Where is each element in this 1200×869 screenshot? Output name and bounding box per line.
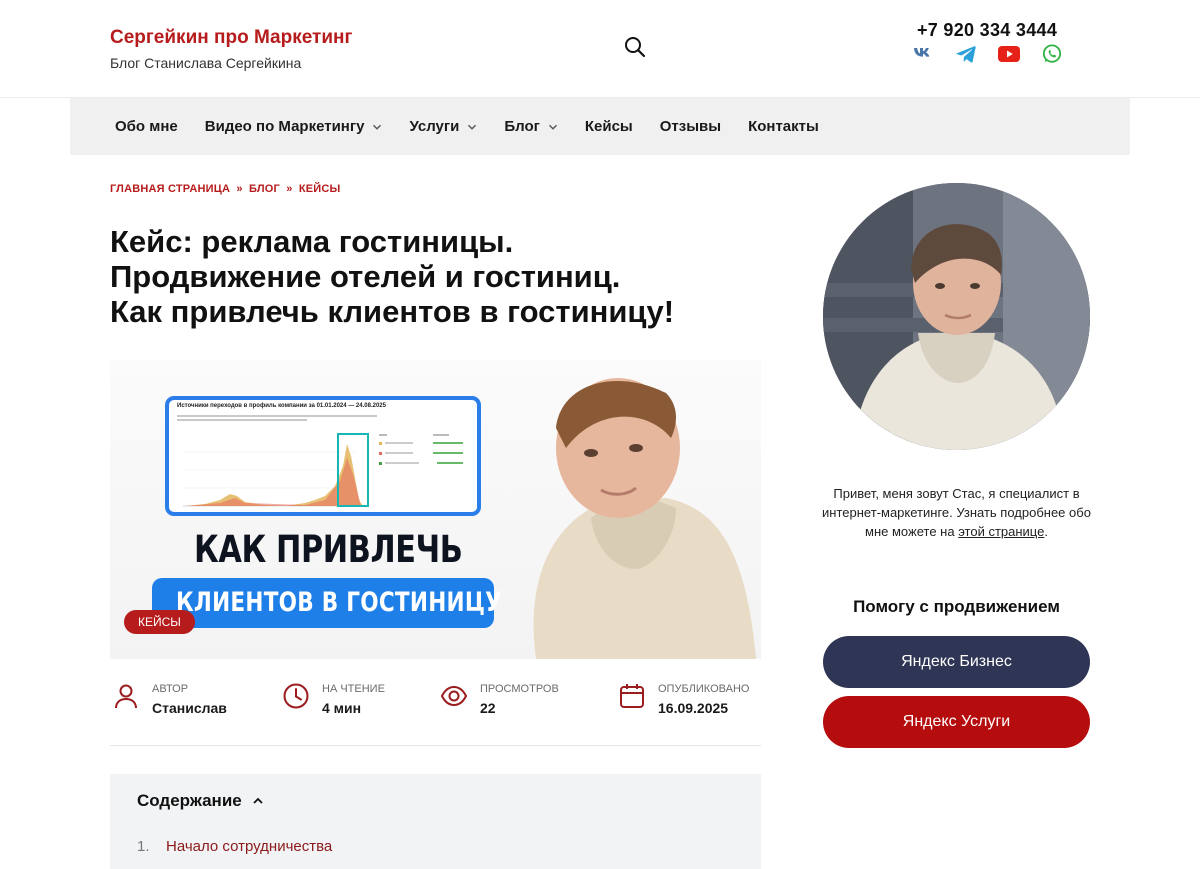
hero-chart-title: Источники переходов в профиль компании з… bbox=[177, 403, 386, 409]
meta-views: ПРОСМОТРОВ 22 bbox=[440, 682, 559, 716]
clock-icon bbox=[283, 683, 309, 709]
meta-label: АВТОР bbox=[152, 683, 189, 695]
meta-author: АВТОР Станислав bbox=[112, 682, 227, 716]
breadcrumb-separator: » bbox=[286, 183, 293, 195]
nav-item-label: Кейсы bbox=[584, 118, 633, 135]
search-icon[interactable] bbox=[624, 36, 646, 58]
breadcrumb: ГЛАВНАЯ СТРАНИЦА » БЛОГ » КЕЙСЫ bbox=[110, 183, 341, 195]
toc-item: 1. Начало сотрудничества bbox=[137, 838, 332, 855]
calendar-icon bbox=[620, 684, 644, 708]
breadcrumb-separator: » bbox=[236, 183, 243, 195]
nav-item-marketing-videos[interactable]: Видео по Маркетингу bbox=[205, 118, 383, 135]
breadcrumb-home[interactable]: ГЛАВНАЯ СТРАНИЦА bbox=[110, 183, 230, 195]
page-title-line: Как привлечь клиентов в гостиницу! bbox=[110, 294, 675, 329]
hero-chart-screenshot: Источники переходов в профиль компании з… bbox=[165, 396, 481, 516]
user-icon bbox=[115, 684, 137, 709]
page-title: Кейс: реклама гостиницы. Продвижение оте… bbox=[110, 224, 790, 329]
category-badge[interactable]: КЕЙСЫ bbox=[124, 610, 195, 634]
vk-icon[interactable] bbox=[912, 43, 934, 65]
meta-value: 4 мин bbox=[322, 700, 362, 716]
table-of-contents: Содержание 1. Начало сотрудничества bbox=[110, 774, 761, 869]
nav-item-label: Видео по Маркетингу bbox=[204, 118, 365, 135]
featured-image: Источники переходов в профиль компании з… bbox=[110, 360, 761, 659]
bio-link[interactable]: этой странице bbox=[958, 524, 1044, 539]
phone-number[interactable]: +7 920 334 3444 bbox=[917, 20, 1057, 41]
page-title-line: Продвижение отелей и гостиниц. bbox=[110, 259, 621, 294]
meta-label: ПРОСМОТРОВ bbox=[480, 683, 559, 695]
breadcrumb-current[interactable]: КЕЙСЫ bbox=[299, 183, 341, 195]
site-header: Сергейкин про Маркетинг Блог Станислава … bbox=[0, 0, 1200, 98]
social-links bbox=[912, 43, 1063, 65]
help-heading: Помогу с продвижением bbox=[853, 597, 1060, 616]
nav-item-about[interactable]: Обо мне bbox=[115, 118, 178, 135]
yandex-services-button[interactable]: Яндекс Услуги bbox=[823, 696, 1090, 748]
toc-toggle[interactable]: Содержание bbox=[137, 791, 264, 811]
bio-text: Привет, меня зовут Стас, я специалист в … bbox=[822, 486, 1091, 539]
chevron-down-icon bbox=[548, 124, 557, 130]
meta-value: Станислав bbox=[152, 700, 227, 716]
hero-headline: КАК ПРИВЛЕЧЬ bbox=[194, 528, 463, 571]
nav-item-contacts[interactable]: Контакты bbox=[748, 118, 819, 135]
author-bio: Привет, меня зовут Стас, я специалист в … bbox=[812, 484, 1101, 541]
chevron-down-icon bbox=[468, 124, 477, 130]
toc-title: Содержание bbox=[137, 791, 242, 810]
meta-published: ОПУБЛИКОВАНО 16.09.2025 bbox=[618, 682, 749, 716]
nav-item-cases[interactable]: Кейсы bbox=[585, 118, 633, 135]
toc-item-number: 1. bbox=[137, 838, 150, 855]
nav-item-label: Обо мне bbox=[115, 118, 178, 135]
bio-end: . bbox=[1044, 524, 1048, 539]
article-meta: АВТОР Станислав НА ЧТЕНИЕ 4 мин ПРОСМОТРОВ… bbox=[110, 682, 761, 746]
nav-item-reviews[interactable]: Отзывы bbox=[660, 118, 721, 135]
breadcrumb-blog[interactable]: БЛОГ bbox=[249, 183, 280, 195]
main-navigation: Обо мне Видео по Маркетингу Услуги Блог … bbox=[70, 98, 1130, 155]
hero-chart-plot bbox=[183, 433, 463, 507]
telegram-icon[interactable] bbox=[955, 43, 977, 65]
page-title-line: Кейс: реклама гостиницы. bbox=[110, 224, 514, 259]
meta-value: 16.09.2025 bbox=[658, 700, 729, 716]
meta-reading-time: НА ЧТЕНИЕ 4 мин bbox=[282, 682, 385, 716]
nav-item-services[interactable]: Услуги bbox=[409, 118, 477, 135]
hero-subheadline: КЛИЕНТОВ В ГОСТИНИЦУ bbox=[176, 587, 503, 618]
nav-item-blog[interactable]: Блог bbox=[504, 118, 558, 135]
youtube-icon[interactable] bbox=[998, 43, 1020, 65]
chevron-up-icon bbox=[253, 797, 263, 804]
nav-item-label: Услуги bbox=[409, 118, 460, 135]
meta-value: 22 bbox=[480, 700, 496, 716]
site-title[interactable]: Сергейкин про Маркетинг bbox=[110, 27, 352, 49]
whatsapp-icon[interactable] bbox=[1041, 43, 1063, 65]
hero-person-photo bbox=[533, 378, 756, 659]
meta-label: ОПУБЛИКОВАНО bbox=[658, 683, 750, 695]
author-avatar bbox=[823, 183, 1090, 450]
yandex-business-button[interactable]: Яндекс Бизнес bbox=[823, 636, 1090, 688]
hero-chart-caption bbox=[177, 415, 377, 421]
meta-label: НА ЧТЕНИЕ bbox=[322, 683, 385, 695]
site-description: Блог Станислава Сергейкина bbox=[110, 55, 302, 71]
eye-icon bbox=[440, 685, 468, 707]
nav-item-label: Контакты bbox=[748, 118, 819, 135]
chevron-down-icon bbox=[373, 124, 382, 130]
toc-item-link[interactable]: Начало сотрудничества bbox=[166, 838, 332, 855]
nav-item-label: Отзывы bbox=[659, 118, 722, 135]
nav-item-label: Блог bbox=[504, 118, 540, 135]
